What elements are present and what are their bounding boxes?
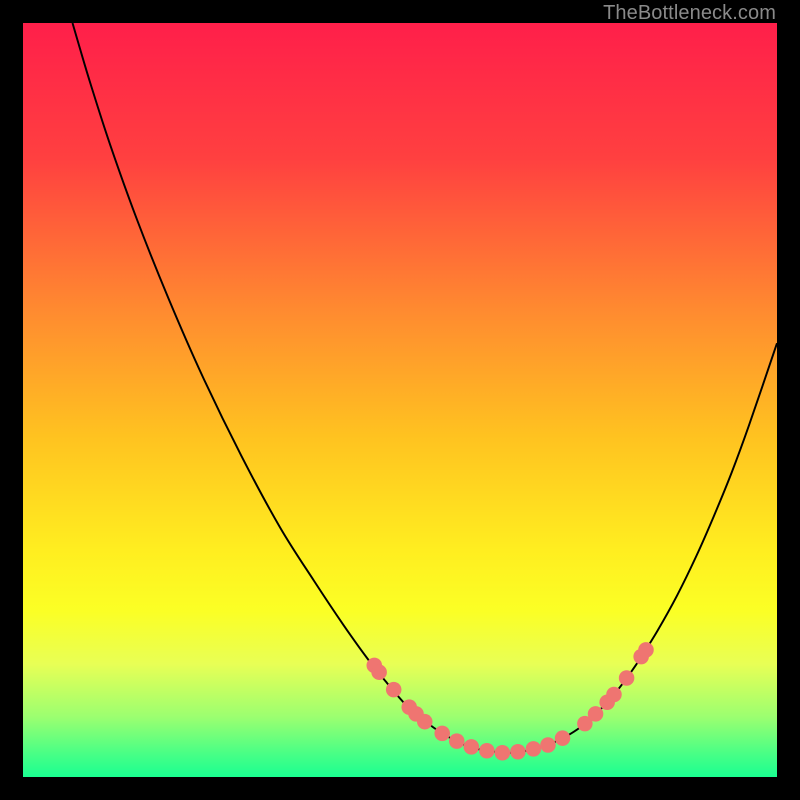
data-marker: [555, 730, 571, 746]
data-marker: [588, 706, 604, 722]
data-marker: [540, 737, 556, 753]
data-marker: [434, 726, 450, 742]
data-marker: [464, 739, 480, 755]
bottleneck-chart: [23, 23, 777, 777]
data-marker: [619, 670, 635, 686]
data-marker: [449, 733, 465, 749]
data-marker: [479, 743, 495, 759]
gradient-background: [23, 23, 777, 777]
data-marker: [510, 744, 526, 760]
data-marker: [371, 664, 387, 680]
chart-frame: TheBottleneck.com: [0, 0, 800, 800]
data-marker: [638, 642, 654, 658]
plot-area: [23, 23, 777, 777]
data-marker: [417, 714, 433, 730]
watermark-text: TheBottleneck.com: [603, 2, 776, 25]
data-marker: [606, 687, 622, 703]
data-marker: [495, 745, 511, 761]
data-marker: [526, 741, 542, 757]
data-marker: [386, 682, 402, 698]
